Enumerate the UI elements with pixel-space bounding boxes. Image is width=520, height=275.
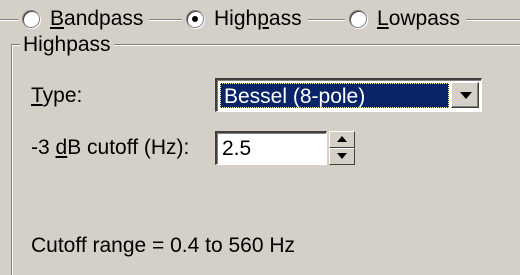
arrow-up-icon bbox=[337, 136, 347, 142]
radio-highpass[interactable]: Highpass bbox=[182, 4, 308, 34]
radio-highpass-label: Highpass bbox=[214, 7, 302, 30]
radio-lowpass-label: Lowpass bbox=[377, 7, 460, 30]
filter-settings-panel: Bandpass Highpass Lowpass Highpass Type:… bbox=[0, 0, 520, 275]
spin-up-button[interactable] bbox=[329, 131, 355, 148]
cutoff-input[interactable]: 2.5 bbox=[215, 131, 327, 165]
cutoff-label: -3 dB cutoff (Hz): bbox=[31, 136, 190, 159]
cutoff-spinner bbox=[329, 131, 355, 165]
radio-circle-icon[interactable] bbox=[349, 10, 367, 28]
type-label: Type: bbox=[31, 84, 83, 107]
radio-circle-icon[interactable] bbox=[22, 10, 40, 28]
spin-down-button[interactable] bbox=[329, 148, 355, 165]
filter-type-selected-value[interactable]: Bessel (8-pole) bbox=[220, 83, 449, 108]
arrow-down-icon bbox=[337, 153, 347, 159]
groupbox-title: Highpass bbox=[20, 33, 114, 57]
radio-bandpass[interactable]: Bandpass bbox=[18, 4, 150, 34]
filter-mode-radio-group: Bandpass Highpass Lowpass bbox=[18, 4, 518, 34]
chevron-down-icon bbox=[460, 92, 472, 99]
radio-lowpass[interactable]: Lowpass bbox=[345, 4, 466, 34]
filter-type-dropdown[interactable]: Bessel (8-pole) bbox=[215, 78, 482, 112]
radio-selected-icon[interactable] bbox=[186, 10, 204, 28]
cutoff-range-text: Cutoff range = 0.4 to 560 Hz bbox=[31, 234, 296, 257]
radio-bandpass-label: Bandpass bbox=[50, 7, 144, 30]
dropdown-arrow-button[interactable] bbox=[451, 82, 479, 108]
